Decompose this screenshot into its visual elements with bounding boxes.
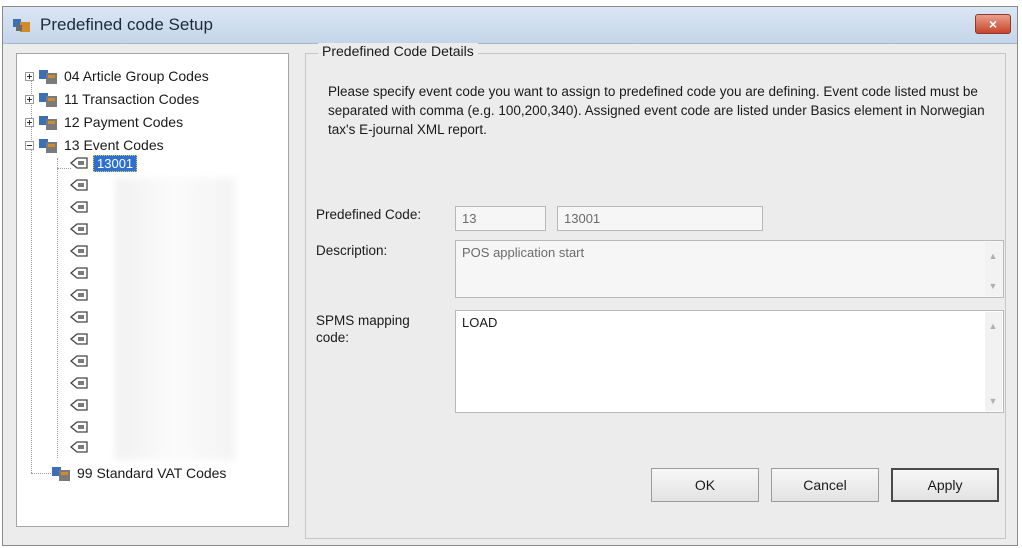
- code-node-icon: [69, 399, 88, 411]
- tree-node-event-code[interactable]: [69, 218, 93, 240]
- code-node-icon: [69, 377, 88, 389]
- tree-connector: [31, 150, 32, 473]
- tree-group-label: 12 Payment Codes: [64, 114, 184, 130]
- scroll-up-icon[interactable]: ▲: [988, 251, 998, 261]
- tree-group-label: 04 Article Group Codes: [64, 68, 209, 84]
- tree-node-event-code[interactable]: [69, 436, 93, 458]
- tree-node-event-code[interactable]: [69, 262, 93, 284]
- window-title: Predefined code Setup: [40, 15, 213, 34]
- predefined-code-label: Predefined Code:: [316, 207, 422, 222]
- cancel-button[interactable]: Cancel: [771, 468, 879, 502]
- tree-connector: [57, 158, 58, 458]
- description-field[interactable]: POS application start ▲ ▼: [455, 240, 1004, 298]
- code-node-icon: [69, 355, 88, 367]
- predefined-code-field[interactable]: 13001: [557, 206, 763, 231]
- tree-node-event-code[interactable]: [69, 284, 93, 306]
- code-node-icon: [69, 245, 88, 257]
- obscured-region: [115, 178, 235, 460]
- ok-button[interactable]: OK: [651, 468, 759, 502]
- code-node-icon: [69, 157, 88, 169]
- tree-group-article-group-codes[interactable]: 04 Article Group Codes: [25, 65, 209, 87]
- close-icon: ×: [988, 16, 998, 32]
- tree-group-payment-codes[interactable]: 12 Payment Codes: [25, 111, 183, 133]
- scroll-down-icon[interactable]: ▼: [988, 281, 998, 291]
- apply-button[interactable]: Apply: [891, 468, 999, 502]
- spms-mapping-label-line1: SPMS mapping: [316, 313, 410, 328]
- tree-node-event-code[interactable]: [69, 416, 93, 438]
- tree-group-label: 99 Standard VAT Codes: [77, 465, 227, 481]
- tree-node-event-code[interactable]: [69, 394, 93, 416]
- expand-plus-icon[interactable]: [25, 117, 34, 127]
- tree-group-transaction-codes[interactable]: 11 Transaction Codes: [25, 88, 199, 110]
- code-node-icon: [69, 267, 88, 279]
- tree-node-event-code[interactable]: [69, 328, 93, 350]
- code-folder-icon: [39, 139, 57, 153]
- expand-plus-icon[interactable]: [25, 94, 34, 104]
- selected-node-label: 13001: [93, 154, 138, 172]
- predefined-code-prefix-field[interactable]: 13: [455, 206, 546, 231]
- title-bar[interactable]: Predefined code Setup ×: [3, 7, 1017, 44]
- app-icon: [13, 19, 30, 32]
- description-scrollbar[interactable]: ▲ ▼: [985, 242, 1002, 296]
- code-node-icon: [69, 223, 88, 235]
- spms-scrollbar[interactable]: ▲ ▼: [985, 312, 1002, 411]
- code-folder-icon: [39, 93, 57, 107]
- description-value: POS application start: [462, 245, 585, 260]
- tree-group-label: 13 Event Codes: [64, 137, 164, 153]
- close-button[interactable]: ×: [975, 14, 1011, 34]
- tree-node-event-code[interactable]: [69, 306, 93, 328]
- code-node-icon: [69, 441, 88, 453]
- spms-mapping-label-line2: code:: [316, 330, 350, 345]
- code-node-icon: [69, 311, 88, 323]
- instructions-text: Please specify event code you want to as…: [328, 84, 985, 137]
- scroll-up-icon[interactable]: ▲: [988, 321, 998, 331]
- tree-node-event-code[interactable]: [69, 240, 93, 262]
- expand-plus-icon[interactable]: [25, 71, 34, 81]
- code-folder-icon: [39, 70, 57, 84]
- description-label: Description:: [316, 243, 388, 258]
- tree-node-event-code[interactable]: [69, 174, 93, 196]
- code-node-icon: [69, 289, 88, 301]
- code-folder-icon: [39, 116, 57, 130]
- tree-group-standard-vat-codes[interactable]: 99 Standard VAT Codes: [51, 462, 226, 484]
- tree-node-event-code[interactable]: [69, 196, 93, 218]
- tree-node-selected[interactable]: 13001: [69, 152, 138, 174]
- scroll-down-icon[interactable]: ▼: [988, 396, 998, 406]
- tree-node-event-code[interactable]: [69, 372, 93, 394]
- code-node-icon: [69, 333, 88, 345]
- tree-group-label: 11 Transaction Codes: [64, 91, 200, 107]
- code-node-icon: [69, 201, 88, 213]
- tree-connector: [31, 473, 53, 474]
- code-node-icon: [69, 421, 88, 433]
- group-legend: Predefined Code Details: [318, 43, 478, 59]
- code-folder-icon: [52, 467, 70, 481]
- tree-node-event-code[interactable]: [69, 350, 93, 372]
- code-node-icon: [69, 179, 88, 191]
- spms-mapping-value: LOAD: [462, 315, 498, 330]
- collapse-minus-icon[interactable]: [25, 140, 34, 150]
- spms-mapping-field[interactable]: LOAD ▲ ▼: [455, 310, 1004, 413]
